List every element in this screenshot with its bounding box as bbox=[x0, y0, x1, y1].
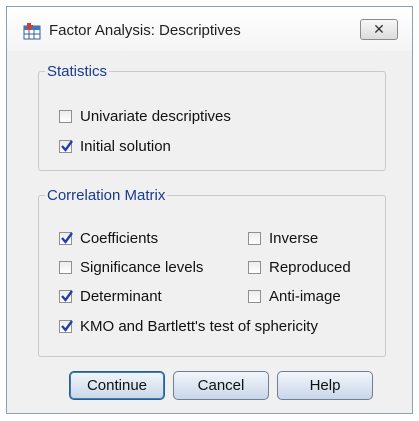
checkbox-label: Significance levels bbox=[80, 258, 204, 276]
checkbox-label: Coefficients bbox=[80, 229, 159, 247]
checkbox-box[interactable] bbox=[248, 231, 261, 245]
checkbox-label: Univariate descriptives bbox=[80, 107, 231, 125]
significance-levels-checkbox[interactable]: Significance levels bbox=[59, 257, 203, 277]
checkbox-label: Initial solution bbox=[80, 137, 171, 155]
checkmark-icon bbox=[61, 319, 73, 332]
checkbox-box[interactable] bbox=[59, 319, 73, 333]
coefficients-checkbox[interactable]: Coefficients bbox=[59, 228, 158, 248]
checkbox-box[interactable] bbox=[59, 231, 73, 245]
reproduced-checkbox[interactable]: Reproduced bbox=[248, 257, 351, 277]
close-button[interactable]: ✕ bbox=[360, 19, 398, 40]
checkmark-icon bbox=[61, 289, 73, 302]
anti-image-checkbox[interactable]: Anti-image bbox=[248, 286, 341, 306]
title-bar: Factor Analysis: Descriptives ✕ bbox=[7, 7, 412, 51]
initial-solution-checkbox[interactable]: Initial solution bbox=[59, 136, 171, 156]
spss-app-icon bbox=[23, 22, 43, 40]
checkbox-label: Anti-image bbox=[269, 287, 341, 305]
checkbox-label: Reproduced bbox=[269, 258, 351, 276]
statistics-group: Statistics Univariate descriptives Initi… bbox=[38, 63, 386, 171]
checkbox-label: KMO and Bartlett's test of sphericity bbox=[80, 317, 318, 335]
checkmark-icon bbox=[61, 139, 73, 152]
dialog-title: Factor Analysis: Descriptives bbox=[49, 22, 241, 39]
cancel-button[interactable]: Cancel bbox=[173, 371, 269, 400]
kmo-bartlett-checkbox[interactable]: KMO and Bartlett's test of sphericity bbox=[59, 316, 318, 336]
checkmark-icon bbox=[61, 231, 73, 244]
checkbox-box[interactable] bbox=[59, 109, 72, 123]
checkbox-label: Determinant bbox=[80, 287, 162, 305]
inverse-checkbox[interactable]: Inverse bbox=[248, 228, 318, 248]
help-button[interactable]: Help bbox=[277, 371, 373, 400]
checkbox-box[interactable] bbox=[248, 260, 261, 274]
factor-analysis-descriptives-dialog: Factor Analysis: Descriptives ✕ Statisti… bbox=[6, 6, 413, 414]
statistics-legend: Statistics bbox=[47, 63, 108, 80]
correlation-matrix-group: Correlation Matrix Coefficients Inverse … bbox=[38, 187, 386, 357]
checkbox-label: Inverse bbox=[269, 229, 319, 247]
checkbox-box[interactable] bbox=[248, 289, 261, 303]
checkbox-box[interactable] bbox=[59, 260, 72, 274]
determinant-checkbox[interactable]: Determinant bbox=[59, 286, 162, 306]
univariate-descriptives-checkbox[interactable]: Univariate descriptives bbox=[59, 106, 231, 126]
close-icon: ✕ bbox=[373, 21, 385, 37]
checkbox-box[interactable] bbox=[59, 139, 73, 153]
correlation-matrix-legend: Correlation Matrix bbox=[47, 187, 166, 204]
continue-button[interactable]: Continue bbox=[69, 371, 165, 400]
checkbox-box[interactable] bbox=[59, 289, 73, 303]
